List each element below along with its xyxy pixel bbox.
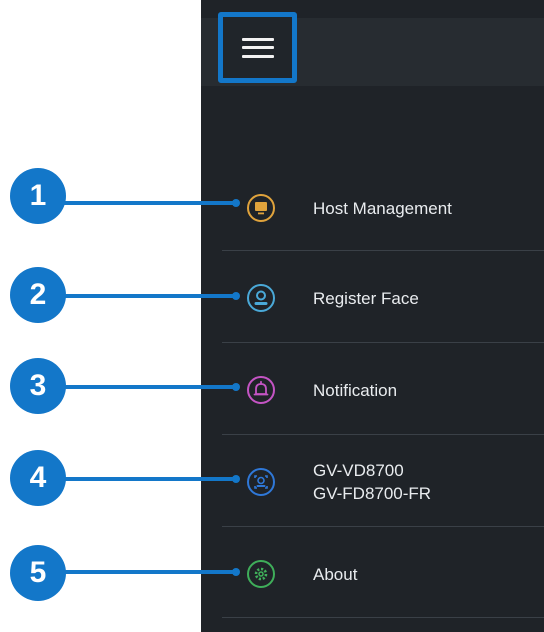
menu-item-label: Notification	[313, 380, 398, 400]
hamburger-icon	[241, 37, 274, 58]
callout-line	[50, 199, 240, 207]
callout-line	[50, 475, 240, 483]
divider	[222, 526, 544, 527]
device-camera-icon	[247, 468, 275, 496]
divider	[222, 342, 544, 343]
menu-item-host-management[interactable]: Host Management	[222, 163, 544, 253]
device-model-line: GV-FD8700-FR	[313, 484, 432, 503]
gear-icon	[247, 560, 275, 588]
callout-badge: 3	[10, 358, 66, 414]
monitor-icon	[247, 194, 275, 222]
callout-line	[50, 292, 240, 300]
callout-badge: 5	[10, 545, 66, 601]
divider	[222, 434, 544, 435]
callout-badge: 1	[10, 168, 66, 224]
menu-button[interactable]	[218, 12, 297, 83]
menu-item-register-face[interactable]: Register Face	[222, 253, 544, 343]
divider	[222, 617, 544, 618]
menu-item-notification[interactable]: Notification	[222, 345, 544, 435]
menu-item-label: Register Face	[313, 288, 419, 308]
device-model-line: GV-VD8700	[313, 461, 404, 480]
divider	[222, 250, 544, 251]
menu-item-device[interactable]: GV-VD8700 GV-FD8700-FR	[222, 437, 544, 527]
menu-item-label: GV-VD8700 GV-FD8700-FR	[313, 459, 431, 505]
menu-item-label: About	[313, 564, 358, 584]
menu-item-label: Host Management	[313, 198, 452, 218]
callout-line	[50, 568, 240, 576]
callout-badge: 2	[10, 267, 66, 323]
screen: Host Management Register Face Notificati…	[0, 0, 544, 632]
person-face-icon	[247, 284, 275, 312]
bell-icon	[247, 376, 275, 404]
callout-line	[50, 383, 240, 391]
callout-badge: 4	[10, 450, 66, 506]
menu-item-about[interactable]: About	[222, 529, 544, 619]
